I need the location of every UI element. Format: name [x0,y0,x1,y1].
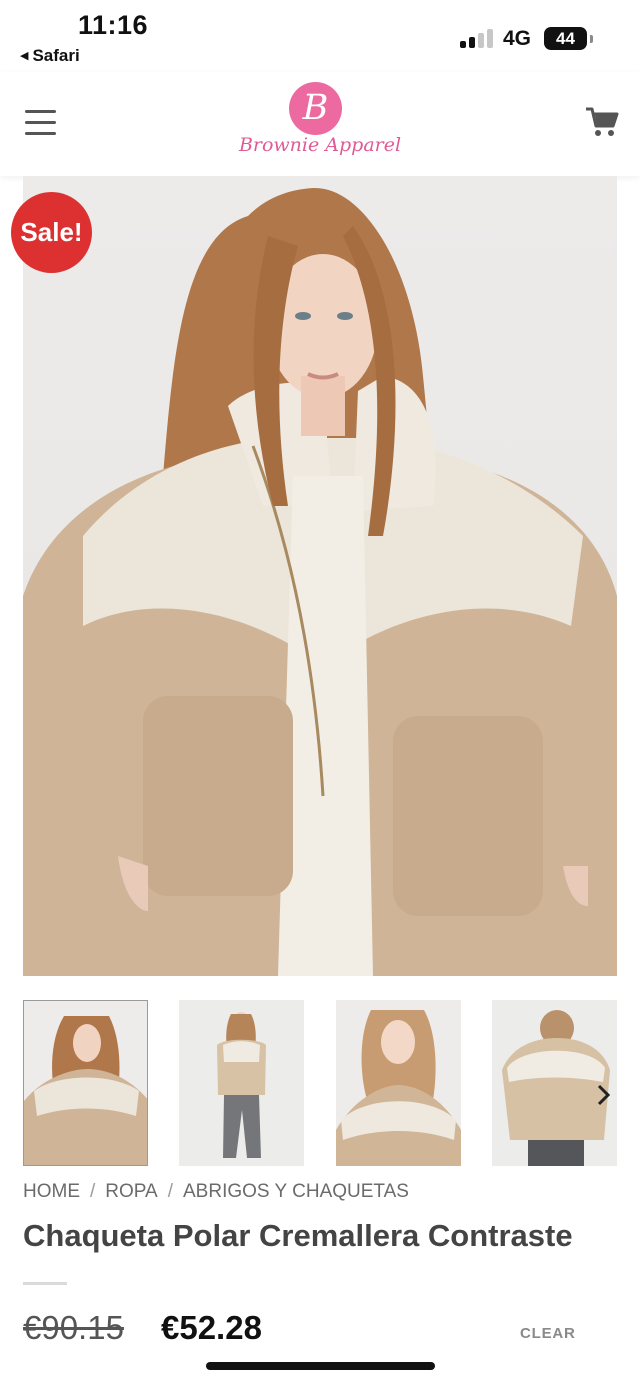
product-thumbnail[interactable] [336,1000,461,1166]
breadcrumb: HOME / ROPA / ABRIGOS Y CHAQUETAS [23,1181,409,1203]
back-app-label: Safari [32,46,80,65]
battery-icon: 44 [544,27,593,50]
clear-button[interactable]: CLEAR [520,1325,576,1342]
product-main-image[interactable] [23,176,617,976]
hamburger-menu-icon[interactable] [25,110,57,136]
status-time: 11:16 [78,10,149,40]
back-to-safari[interactable]: ◀ Safari [20,46,80,66]
product-title: Chaqueta Polar Cremallera Contraste [23,1218,573,1253]
status-bar: 11:16 ◀ Safari 4G 44 [0,0,640,72]
home-indicator[interactable] [206,1362,435,1370]
shopping-cart-icon[interactable] [585,106,619,138]
product-thumbnail[interactable] [23,1000,148,1166]
chevron-right-icon[interactable] [593,1080,615,1110]
logo-badge: B [289,82,342,135]
signal-strength-icon [460,28,494,48]
network-type: 4G [503,27,532,50]
breadcrumb-separator: / [90,1181,96,1202]
site-header: B Brownie Apparel [0,72,640,176]
breadcrumb-abrigos[interactable]: ABRIGOS Y CHAQUETAS [183,1181,409,1202]
breadcrumb-ropa[interactable]: ROPA [105,1181,157,1202]
title-divider [23,1282,67,1285]
logo-text: Brownie Apparel [238,134,402,156]
product-thumbnails [23,1000,617,1166]
sale-badge: Sale! [11,192,92,273]
price-original: €90.15 [23,1309,124,1346]
price-sale: €52.28 [161,1309,262,1346]
breadcrumb-separator: / [167,1181,173,1202]
brand-logo[interactable]: B Brownie Apparel [232,82,408,168]
breadcrumb-home[interactable]: HOME [23,1181,80,1202]
product-thumbnail[interactable] [179,1000,304,1166]
back-triangle-icon: ◀ [20,50,29,62]
